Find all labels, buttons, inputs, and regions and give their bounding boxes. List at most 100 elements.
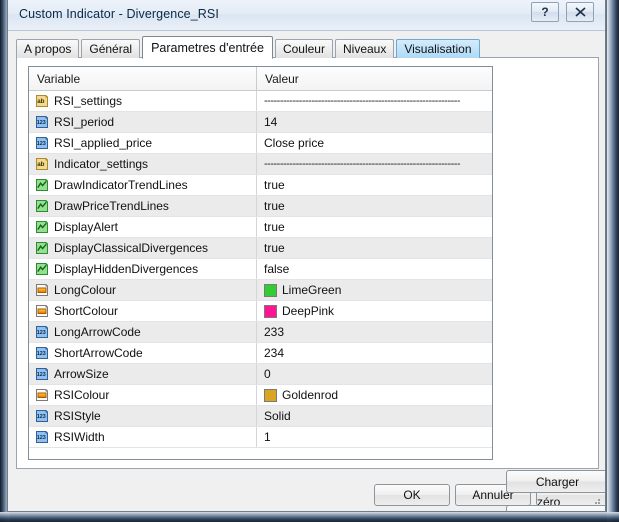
load-button-label: Charger [536, 475, 579, 489]
save-button[interactable]: Enregistrer [506, 505, 606, 512]
parameters-table[interactable]: Variable Valeur abRSI_settings----------… [28, 66, 493, 460]
column-header-variable[interactable]: Variable [29, 67, 257, 90]
value-text: true [264, 199, 285, 213]
table-row[interactable]: ShortColourDeepPink [29, 301, 492, 322]
table-row[interactable]: RSIColour Goldenrod [29, 385, 492, 406]
cell-variable: DisplayAlert [29, 217, 257, 237]
colour-icon [35, 388, 49, 402]
boolean-icon [35, 178, 49, 192]
tab-label: Parametres d'entrée [151, 41, 264, 55]
tab-label: Niveaux [343, 42, 386, 56]
value-text: 0 [264, 367, 271, 381]
ok-button[interactable]: OK [374, 484, 450, 506]
colour-icon [35, 304, 49, 318]
close-button[interactable] [566, 2, 594, 22]
tab-niveaux[interactable]: Niveaux [335, 39, 394, 58]
tab-label: A propos [24, 42, 71, 56]
cell-variable: DrawIndicatorTrendLines [29, 175, 257, 195]
table-row[interactable]: 123RSI_period14 [29, 112, 492, 133]
cell-variable: DisplayHiddenDivergences [29, 259, 257, 279]
tab-visualisation[interactable]: Visualisation [396, 39, 479, 58]
cell-variable: RSIColour [29, 385, 257, 405]
cell-variable: 123ArrowSize [29, 364, 257, 384]
window-frame-right-edge [607, 0, 619, 522]
cell-value[interactable]: 233 [257, 322, 492, 342]
value-text: 1 [264, 430, 271, 444]
svg-text:ab: ab [37, 98, 44, 105]
cell-value[interactable]: ----------------------------------------… [257, 91, 492, 111]
table-row[interactable]: 123ArrowSize 0 [29, 364, 492, 385]
cell-variable: 123LongArrowCode [29, 322, 257, 342]
value-text: ----------------------------------------… [264, 158, 460, 170]
column-header-value[interactable]: Valeur [257, 67, 492, 90]
table-row[interactable]: 123RSI_applied_priceClose price [29, 133, 492, 154]
tab-parametres-d-entree[interactable]: Parametres d'entrée [142, 36, 273, 59]
cell-value[interactable]: ----------------------------------------… [257, 154, 492, 174]
cell-value[interactable]: Close price [257, 133, 492, 153]
variable-name: RSIStyle [54, 409, 101, 423]
svg-text:ab: ab [37, 161, 44, 168]
value-text: 14 [264, 115, 277, 129]
boolean-icon [35, 199, 49, 213]
table-row[interactable]: abRSI_settings--------------------------… [29, 91, 492, 112]
window-frame: Custom Indicator - Divergence_RSI ? A pr… [0, 0, 619, 522]
cell-value[interactable]: 14 [257, 112, 492, 132]
cell-value[interactable]: Goldenrod [257, 385, 492, 405]
cell-variable: abIndicator_settings [29, 154, 257, 174]
cell-value[interactable]: false [257, 259, 492, 279]
table-row[interactable]: LongColourLimeGreen [29, 280, 492, 301]
close-icon [575, 7, 586, 17]
cell-value[interactable]: true [257, 217, 492, 237]
cell-variable: DisplayClassicalDivergences [29, 238, 257, 258]
colour-icon [35, 283, 49, 297]
table-row[interactable]: abIndicator_settings --------------------… [29, 154, 492, 175]
load-button[interactable]: Charger [506, 470, 606, 493]
value-text: 234 [264, 346, 284, 360]
svg-text:123: 123 [37, 351, 46, 357]
table-row[interactable]: 123LongArrowCode 233 [29, 322, 492, 343]
cell-value[interactable]: DeepPink [257, 301, 492, 321]
table-row[interactable]: DrawPriceTrendLinestrue [29, 196, 492, 217]
question-mark-icon: ? [541, 6, 548, 18]
value-text: true [264, 241, 285, 255]
table-row[interactable]: DisplayAlerttrue [29, 217, 492, 238]
svg-text:123: 123 [37, 435, 46, 441]
tab-label: Visualisation [404, 42, 471, 56]
variable-name: ArrowSize [54, 367, 109, 381]
tab-strip: A propos Général Parametres d'entrée Cou… [16, 36, 482, 58]
tab-couleur[interactable]: Couleur [275, 39, 333, 58]
colour-swatch [264, 284, 277, 297]
cell-value[interactable]: true [257, 238, 492, 258]
cell-variable: 123RSIWidth [29, 427, 257, 447]
string-icon: ab [35, 94, 49, 108]
boolean-icon [35, 220, 49, 234]
variable-name: LongArrowCode [54, 325, 141, 339]
cell-value[interactable]: 1 [257, 427, 492, 447]
table-row[interactable]: 123RSIStyleSolid [29, 406, 492, 427]
table-row[interactable]: DrawIndicatorTrendLinestrue [29, 175, 492, 196]
table-row[interactable]: 123ShortArrowCode234 [29, 343, 492, 364]
cell-value[interactable]: 0 [257, 364, 492, 384]
value-text: false [264, 262, 289, 276]
table-row[interactable]: DisplayHiddenDivergences false [29, 259, 492, 280]
cell-variable: abRSI_settings [29, 91, 257, 111]
number-icon: 123 [35, 346, 49, 360]
title-bar[interactable]: Custom Indicator - Divergence_RSI ? [8, 0, 605, 31]
help-button[interactable]: ? [531, 2, 559, 22]
value-text: Goldenrod [282, 388, 338, 402]
table-header-row: Variable Valeur [29, 67, 492, 91]
cell-value[interactable]: Solid [257, 406, 492, 426]
cell-value[interactable]: LimeGreen [257, 280, 492, 300]
custom-indicator-dialog: Custom Indicator - Divergence_RSI ? A pr… [7, 0, 606, 512]
table-row[interactable]: 123RSIWidth 1 [29, 427, 492, 448]
cell-value[interactable]: true [257, 196, 492, 216]
window-title: Custom Indicator - Divergence_RSI [19, 7, 219, 21]
table-row[interactable]: DisplayClassicalDivergences true [29, 238, 492, 259]
svg-text:123: 123 [37, 120, 46, 126]
value-text: 233 [264, 325, 284, 339]
tab-general[interactable]: Général [81, 39, 140, 58]
tab-a-propos[interactable]: A propos [16, 39, 79, 58]
tab-content-panel: Variable Valeur abRSI_settings----------… [16, 57, 599, 469]
cell-value[interactable]: true [257, 175, 492, 195]
cell-value[interactable]: 234 [257, 343, 492, 363]
